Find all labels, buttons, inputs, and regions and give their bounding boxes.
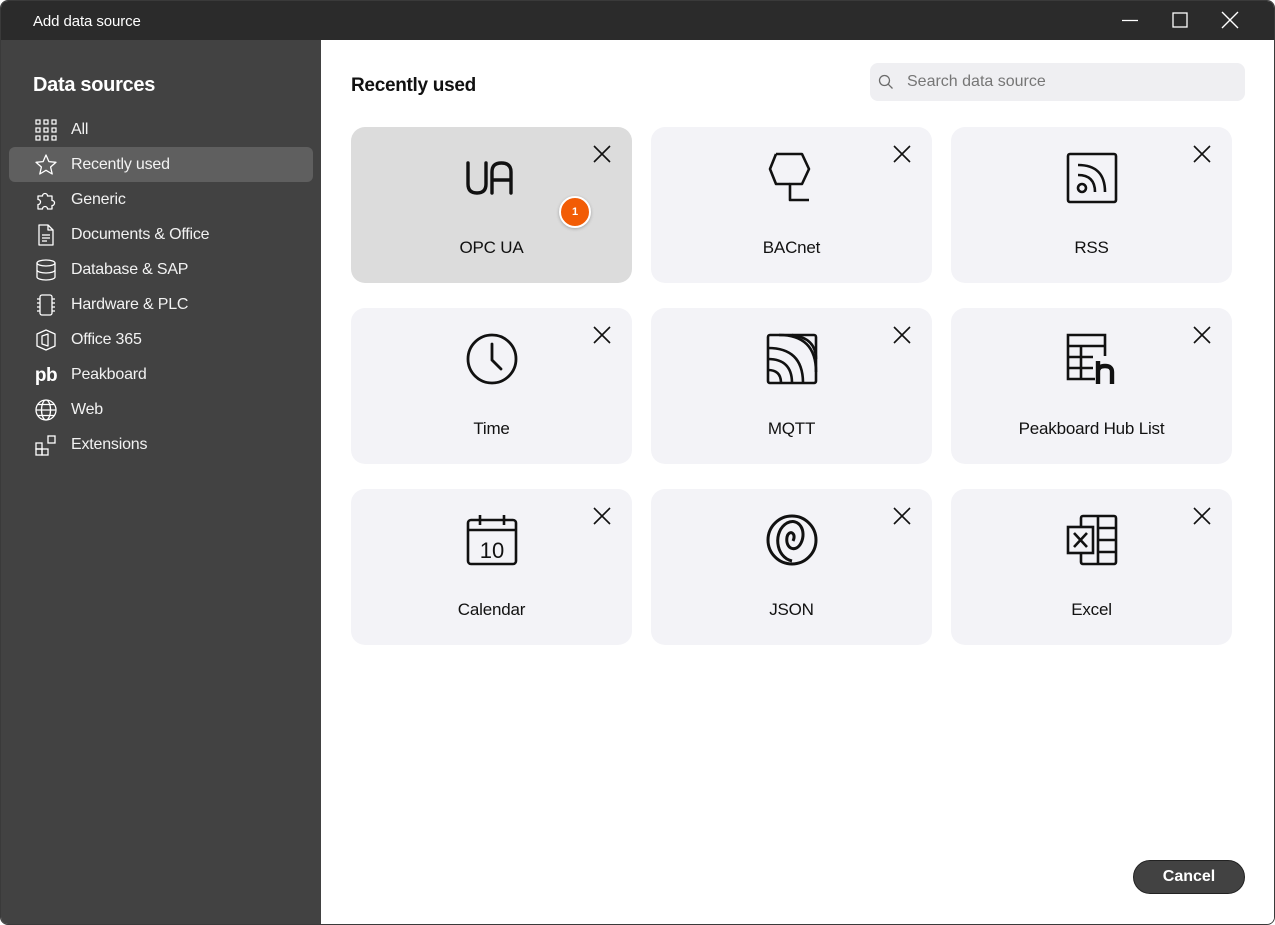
sidebar-item-label: Office 365	[71, 331, 142, 348]
card-label: Excel	[1071, 600, 1112, 619]
card-label: JSON	[769, 600, 814, 619]
sidebar-item-hardware-plc[interactable]: Hardware & PLC	[9, 287, 313, 322]
window-title: Add data source	[33, 13, 141, 30]
peakboard-logo-text: pb	[34, 364, 58, 386]
close-icon	[893, 507, 911, 525]
sidebar-item-label: Hardware & PLC	[71, 296, 189, 313]
search-input[interactable]	[907, 63, 1237, 101]
remove-recent-button[interactable]	[589, 141, 615, 167]
category-nav: All Recently used Generic Documents & Of…	[9, 112, 313, 462]
remove-recent-button[interactable]	[589, 503, 615, 529]
chip-icon	[34, 293, 58, 317]
sidebar-heading: Data sources	[33, 74, 156, 96]
sidebar-item-office-365[interactable]: Office 365	[9, 322, 313, 357]
star-icon	[34, 153, 58, 177]
cancel-button[interactable]: Cancel	[1133, 860, 1245, 894]
card-label: Calendar	[457, 600, 526, 619]
mqtt-icon	[765, 332, 819, 386]
main-content: Recently used 1 OPC UA	[321, 40, 1274, 924]
notification-badge: 1	[559, 196, 591, 228]
close-icon	[1193, 145, 1211, 163]
close-icon	[1221, 11, 1239, 29]
card-label: BACnet	[762, 238, 821, 257]
search-icon	[878, 74, 893, 89]
section-title: Recently used	[351, 75, 476, 96]
extensions-icon	[34, 433, 58, 457]
sidebar-item-recently-used[interactable]: Recently used	[9, 147, 313, 182]
clock-icon	[465, 332, 519, 386]
remove-recent-button[interactable]	[1189, 141, 1215, 167]
maximize-button[interactable]	[1157, 5, 1203, 35]
rss-icon	[1065, 151, 1119, 205]
sidebar-item-all[interactable]: All	[9, 112, 313, 147]
remove-recent-button[interactable]	[589, 322, 615, 348]
sidebar-item-label: Database & SAP	[71, 261, 189, 278]
sidebar-item-generic[interactable]: Generic	[9, 182, 313, 217]
source-card-excel[interactable]: Excel	[951, 489, 1232, 645]
source-card-mqtt[interactable]: MQTT	[651, 308, 932, 464]
sidebar-item-label: Generic	[71, 191, 126, 208]
card-label: OPC UA	[459, 238, 524, 257]
hub-list-icon	[1065, 332, 1119, 386]
json-icon	[765, 513, 819, 567]
minimize-button[interactable]	[1107, 5, 1153, 35]
calendar-icon: 10	[465, 513, 519, 567]
card-label: RSS	[1074, 238, 1109, 257]
office365-icon	[34, 328, 58, 352]
sidebar-item-web[interactable]: Web	[9, 392, 313, 427]
sidebar-item-label: Recently used	[71, 156, 170, 173]
source-card-rss[interactable]: RSS	[951, 127, 1232, 283]
remove-recent-button[interactable]	[1189, 503, 1215, 529]
peakboard-icon: pb	[34, 363, 58, 387]
close-icon	[1193, 326, 1211, 344]
source-card-time[interactable]: Time	[351, 308, 632, 464]
close-icon	[593, 326, 611, 344]
document-icon	[34, 223, 58, 247]
minimize-icon	[1122, 19, 1138, 22]
close-icon	[1193, 507, 1211, 525]
search-box	[870, 63, 1245, 101]
sidebar-item-label: Web	[71, 401, 104, 418]
remove-recent-button[interactable]	[889, 503, 915, 529]
sidebar-item-peakboard[interactable]: pb Peakboard	[9, 357, 313, 392]
source-card-opc-ua[interactable]: 1 OPC UA	[351, 127, 632, 283]
sidebar-item-label: All	[71, 121, 89, 138]
sidebar-item-documents-office[interactable]: Documents & Office	[9, 217, 313, 252]
sidebar-item-label: Documents & Office	[71, 226, 210, 243]
sidebar-item-label: Extensions	[71, 436, 148, 453]
remove-recent-button[interactable]	[889, 322, 915, 348]
card-label: MQTT	[767, 419, 816, 438]
globe-icon	[34, 398, 58, 422]
remove-recent-button[interactable]	[889, 141, 915, 167]
remove-recent-button[interactable]	[1189, 322, 1215, 348]
source-card-peakboard-hub-list[interactable]: Peakboard Hub List	[951, 308, 1232, 464]
puzzle-icon	[34, 188, 58, 212]
add-data-source-dialog: Add data source Data sources All Recentl…	[0, 0, 1275, 925]
calendar-day-number: 10	[480, 538, 504, 563]
close-icon	[593, 507, 611, 525]
source-card-bacnet[interactable]: BACnet	[651, 127, 932, 283]
database-icon	[34, 258, 58, 282]
title-bar: Add data source	[1, 1, 1274, 40]
excel-icon	[1065, 513, 1119, 567]
close-icon	[893, 145, 911, 163]
source-card-calendar[interactable]: 10 Calendar	[351, 489, 632, 645]
grid-icon	[34, 118, 58, 142]
sidebar-item-extensions[interactable]: Extensions	[9, 427, 313, 462]
maximize-icon	[1172, 12, 1188, 28]
source-card-json[interactable]: JSON	[651, 489, 932, 645]
close-icon	[893, 326, 911, 344]
card-label: Peakboard Hub List	[1018, 419, 1165, 438]
sidebar: Data sources All Recently used Generic D…	[1, 40, 321, 924]
card-label: Time	[473, 419, 510, 438]
bacnet-icon	[765, 151, 819, 205]
sidebar-item-database-sap[interactable]: Database & SAP	[9, 252, 313, 287]
close-icon	[593, 145, 611, 163]
opc-ua-icon	[465, 151, 519, 205]
close-window-button[interactable]	[1207, 5, 1253, 35]
sidebar-item-label: Peakboard	[71, 366, 147, 383]
